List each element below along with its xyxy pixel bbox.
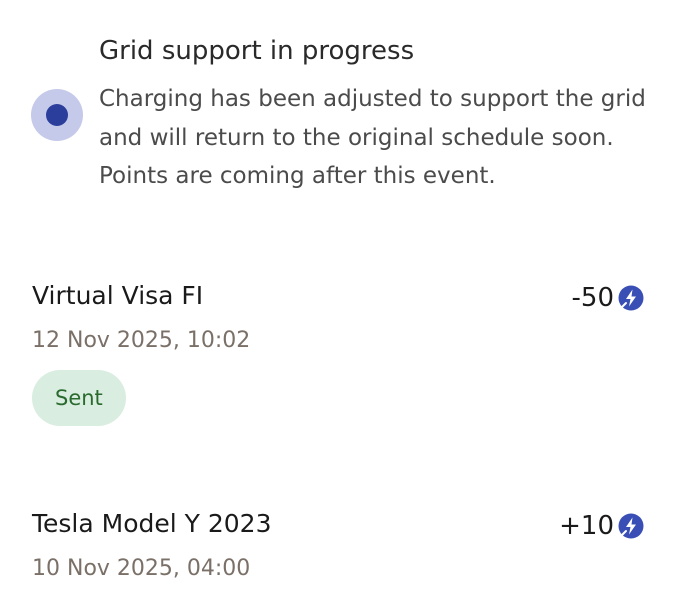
activity-title: Virtual Visa FI	[32, 281, 204, 310]
activity-date: 12 Nov 2025, 10:02	[32, 328, 251, 353]
points-value: +10	[559, 511, 614, 541]
lightning-bolt-icon	[618, 285, 644, 311]
points-amount: -50	[572, 282, 644, 314]
status-dot-core	[46, 104, 68, 126]
banner-title: Grid support in progress	[99, 36, 415, 66]
points-amount: +10	[559, 510, 644, 542]
banner-description: Charging has been adjusted to support th…	[99, 86, 646, 189]
activity-item[interactable]: Tesla Model Y 2023 +10 10 Nov 2025, 04:0…	[0, 506, 684, 606]
activity-date: 10 Nov 2025, 04:00	[32, 556, 251, 581]
activity-item[interactable]: Virtual Visa FI -50 12 Nov 2025, 10:02 S…	[0, 278, 684, 438]
grid-support-banner: Grid support in progress Charging has be…	[0, 0, 684, 210]
status-badge: Sent	[32, 370, 126, 426]
status-dot-icon	[31, 89, 83, 141]
activity-title: Tesla Model Y 2023	[32, 509, 272, 538]
points-value: -50	[571, 283, 614, 313]
lightning-bolt-icon	[618, 513, 644, 539]
